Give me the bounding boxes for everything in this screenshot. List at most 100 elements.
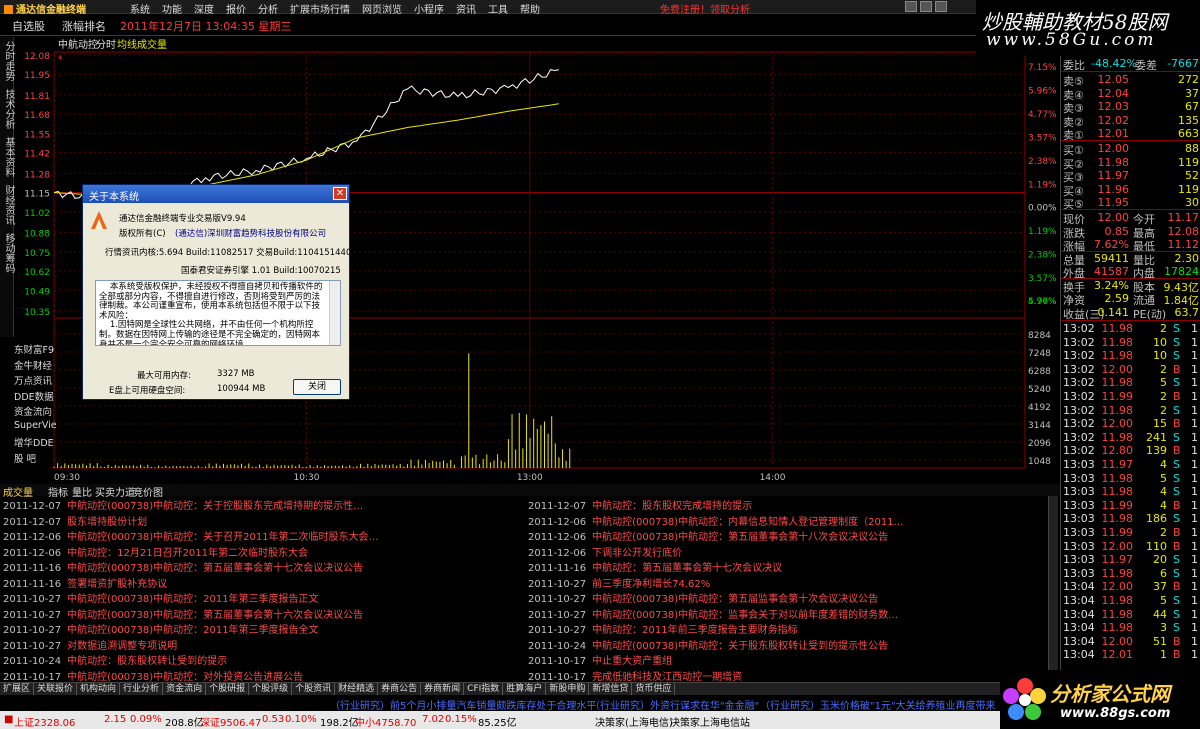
news-row[interactable]: 2011-12-07 中航动控：股东股权完成增持的提示	[528, 497, 1053, 513]
news-row[interactable]: 2011-12-06 下调非公开发行底价	[528, 544, 1053, 560]
news-row[interactable]: 2011-10-27 中航动控：2011年前三季度报告主要财务指标	[528, 621, 1053, 637]
news-row[interactable]: 2011-10-17 完成低驰科技及江西动控一期增资	[528, 668, 1053, 683]
ask-volume: 135	[1178, 113, 1199, 127]
news-title[interactable]: 中航动控(000738)中航动控：内幕信息知情人登记管理制度（2011…	[592, 517, 903, 528]
function-tab[interactable]: 个股评级	[249, 683, 293, 695]
close-window-button[interactable]	[935, 1, 947, 12]
news-row[interactable]: 2011-10-27 中航动控(000738)中航动控：监事会关于对以前年度差错的…	[528, 606, 1053, 622]
function-tab[interactable]: 新增信贷	[589, 683, 633, 695]
function-tab[interactable]: 券商新闻	[421, 683, 465, 695]
tick-count: 1	[1191, 349, 1198, 363]
dialog-company-link[interactable]: (通达信)深圳财富趋势科技股份有限公司	[175, 227, 326, 239]
function-tab[interactable]: 资金流向	[163, 683, 207, 695]
news-row[interactable]: 2011-12-06 中航动控(000738)中航动控：内幕信息知情人登记管理制度…	[528, 513, 1053, 529]
tick-volume: 5	[1160, 594, 1167, 607]
server-name[interactable]: 决策家(上海电信)	[595, 714, 673, 729]
quote-panel: 委比 -48.42% 委差 -7667 卖⑤ 12.05 272 卖④ 12.04 37 卖③ 12.…	[1060, 56, 1200, 696]
side-menu-item[interactable]: 东财富F9	[14, 342, 54, 358]
news-row[interactable]: 2011-10-24 中航动控(000738)中航动控：关于股东股权转让受到的提示…	[528, 637, 1053, 653]
tab-ranking[interactable]: 涨幅排名	[62, 18, 106, 34]
function-tab[interactable]: 行业分析	[120, 683, 164, 695]
ask-price: 12.04	[1097, 86, 1130, 100]
news-row[interactable]: 2011-10-27 中航动控(000738)中航动控：第五届董事会第十六次会议决…	[3, 606, 528, 622]
side-menu-item[interactable]: SuperVie	[14, 420, 57, 436]
news-title[interactable]: 中航动控(000738)中航动控：第五届董事会第十六次会议决议公告	[67, 610, 363, 621]
news-row[interactable]: 2011-10-27 前三季度净利增长74.62%	[528, 575, 1053, 591]
side-menu-item[interactable]: 金牛财经	[14, 358, 54, 374]
news-date: 2011-10-17	[528, 656, 587, 667]
news-title[interactable]: 下调非公开发行底价	[592, 548, 682, 559]
news-title[interactable]: 中航动控：第五届董事会第十七次会议决议	[592, 563, 782, 574]
stat-row: 净资 2.59 流通 1.84亿	[1061, 292, 1200, 307]
news-title[interactable]: 中航动控：12月21日召开2011年第二次临时股东大会	[67, 548, 308, 559]
function-tab[interactable]: 胜算海户	[503, 683, 547, 695]
news-row[interactable]: 2011-12-07 中航动控(000738)中航动控：关于控股股东完成增持期的提…	[3, 497, 528, 513]
dialog-scrollbar[interactable]	[329, 281, 340, 345]
side-menu-item[interactable]: 股 吧	[14, 451, 54, 467]
news-title[interactable]: 中航动控(000738)中航动控：第五届董事会第十七次会议决议公告	[67, 563, 363, 574]
news-title[interactable]: 股东增持股份计划	[67, 517, 147, 528]
maximize-button[interactable]	[920, 1, 932, 12]
news-title[interactable]: 中航动控(000738)中航动控：2011年第三季度报告正文	[67, 594, 318, 605]
news-title[interactable]: 中航动控(000738)中航动控：第五届董事会第十八次会议决议公告	[592, 532, 888, 543]
news-row[interactable]: 2011-10-27 对数据追溯调整专项说明	[3, 637, 528, 653]
function-tab[interactable]: 货币供应	[632, 683, 676, 695]
ticker-item[interactable]: （行业研究）外资行谋求在华"金金融"	[590, 697, 759, 712]
tick-volume: 6	[1160, 566, 1167, 580]
price-tick-label: 11.02	[24, 209, 50, 219]
news-row[interactable]: 2011-10-27 中航动控(000738)中航动控：第五届监事会第十次会议决议…	[528, 590, 1053, 606]
function-tab[interactable]: 个股研报	[206, 683, 250, 695]
news-title[interactable]: 对数据追溯调整专项说明	[67, 641, 177, 652]
news-row[interactable]: 2011-10-27 中航动控(000738)中航动控：2011年第三季度报告全文	[3, 621, 528, 637]
side-menu-item[interactable]: 万点资讯	[14, 373, 54, 389]
news-row[interactable]: 2011-10-17 中航动控(000738)中航动控：对外投资公告进展公告	[3, 668, 528, 683]
side-menu-item[interactable]: 增华DDE	[14, 435, 54, 451]
price-tick-label: 10.35	[24, 308, 50, 318]
function-tab[interactable]: 个股资讯	[292, 683, 336, 695]
news-title[interactable]: 签署增资扩股补充协议	[67, 579, 167, 590]
side-menu-item[interactable]: 资金流向	[14, 404, 54, 420]
news-row[interactable]: 2011-12-06 中航动控(000738)中航动控：关于召开2011年第二次临…	[3, 528, 528, 544]
function-tab[interactable]: 机构动向	[77, 683, 121, 695]
news-title[interactable]: 中航动控(000738)中航动控：2011年第三季度报告全文	[67, 625, 318, 636]
tick-volume: 4	[1160, 485, 1167, 499]
news-row[interactable]: 2011-10-27 中航动控(000738)中航动控：2011年第三季度报告正文	[3, 590, 528, 606]
news-title[interactable]: 中航动控：股东股权完成增持的提示	[592, 501, 752, 512]
dialog-close-button[interactable]: 关闭	[293, 379, 341, 395]
side-menu-item[interactable]: DDE数据	[14, 389, 54, 405]
news-row[interactable]: 2011-11-16 中航动控(000738)中航动控：第五届董事会第十七次会议决…	[3, 559, 528, 575]
bid-price: 11.95	[1097, 196, 1130, 209]
news-scrollbar[interactable]	[1048, 496, 1058, 682]
news-title[interactable]: 中航动控(000738)中航动控：关于股东股权转让受到的提示性公告	[592, 641, 888, 652]
news-title[interactable]: 中航动控(000738)中航动控：关于召开2011年第二次临时股东大会…	[67, 532, 378, 543]
function-tab[interactable]: CFI指数	[464, 683, 504, 695]
dialog-close-icon[interactable]: ✕	[333, 187, 347, 200]
function-tab[interactable]: 关联报价	[34, 683, 78, 695]
minimize-button[interactable]	[905, 1, 917, 12]
news-row[interactable]: 2011-10-24 中航动控：股东股权转让受到的提示	[3, 652, 528, 668]
news-title[interactable]: 中航动控：股东股权转让受到的提示	[67, 656, 227, 667]
tick-row: 13:04 12.00 51 B 1	[1061, 635, 1200, 649]
news-title[interactable]: 中航动控(000738)中航动控：关于控股股东完成增持期的提示性…	[67, 501, 363, 512]
server-site[interactable]: 决策家上海电信站	[670, 714, 750, 729]
tick-volume: 4	[1160, 498, 1167, 512]
news-row[interactable]: 2011-11-16 中航动控：第五届董事会第十七次会议决议	[528, 559, 1053, 575]
news-row[interactable]: 2011-12-06 中航动控：12月21日召开2011年第二次临时股东大会	[3, 544, 528, 560]
function-tab[interactable]: 扩展区	[0, 683, 35, 695]
news-row[interactable]: 2011-12-07 股东增持股份计划	[3, 513, 528, 529]
news-title[interactable]: 中航动控：2011年前三季度报告主要财务指标	[592, 625, 797, 636]
news-row[interactable]: 2011-10-17 中止重大资产重组	[528, 652, 1053, 668]
news-row[interactable]: 2011-12-06 中航动控(000738)中航动控：第五届董事会第十八次会议决…	[528, 528, 1053, 544]
function-tab[interactable]: 券商公告	[378, 683, 422, 695]
news-title[interactable]: 完成低驰科技及江西动控一期增资	[592, 672, 742, 683]
news-title[interactable]: 中止重大资产重组	[592, 656, 672, 667]
news-title[interactable]: 中航动控(000738)中航动控：监事会关于对以前年度差错的财务数…	[592, 610, 898, 621]
function-tab[interactable]: 财经精选	[335, 683, 379, 695]
news-title[interactable]: 前三季度净利增长74.62%	[592, 579, 710, 590]
news-title[interactable]: 中航动控(000738)中航动控：第五届监事会第十次会议决议公告	[592, 594, 878, 605]
function-tab[interactable]: 新股申购	[546, 683, 590, 695]
news-row[interactable]: 2011-11-16 签署增资扩股补充协议	[3, 575, 528, 591]
ticker-item[interactable]: （行业研究）前5个月小排量汽车销量颇跌库存处于合理水平	[330, 697, 596, 712]
news-title[interactable]: 中航动控(000738)中航动控：对外投资公告进展公告	[67, 672, 303, 683]
tab-watchlist[interactable]: 自选股	[12, 18, 45, 34]
